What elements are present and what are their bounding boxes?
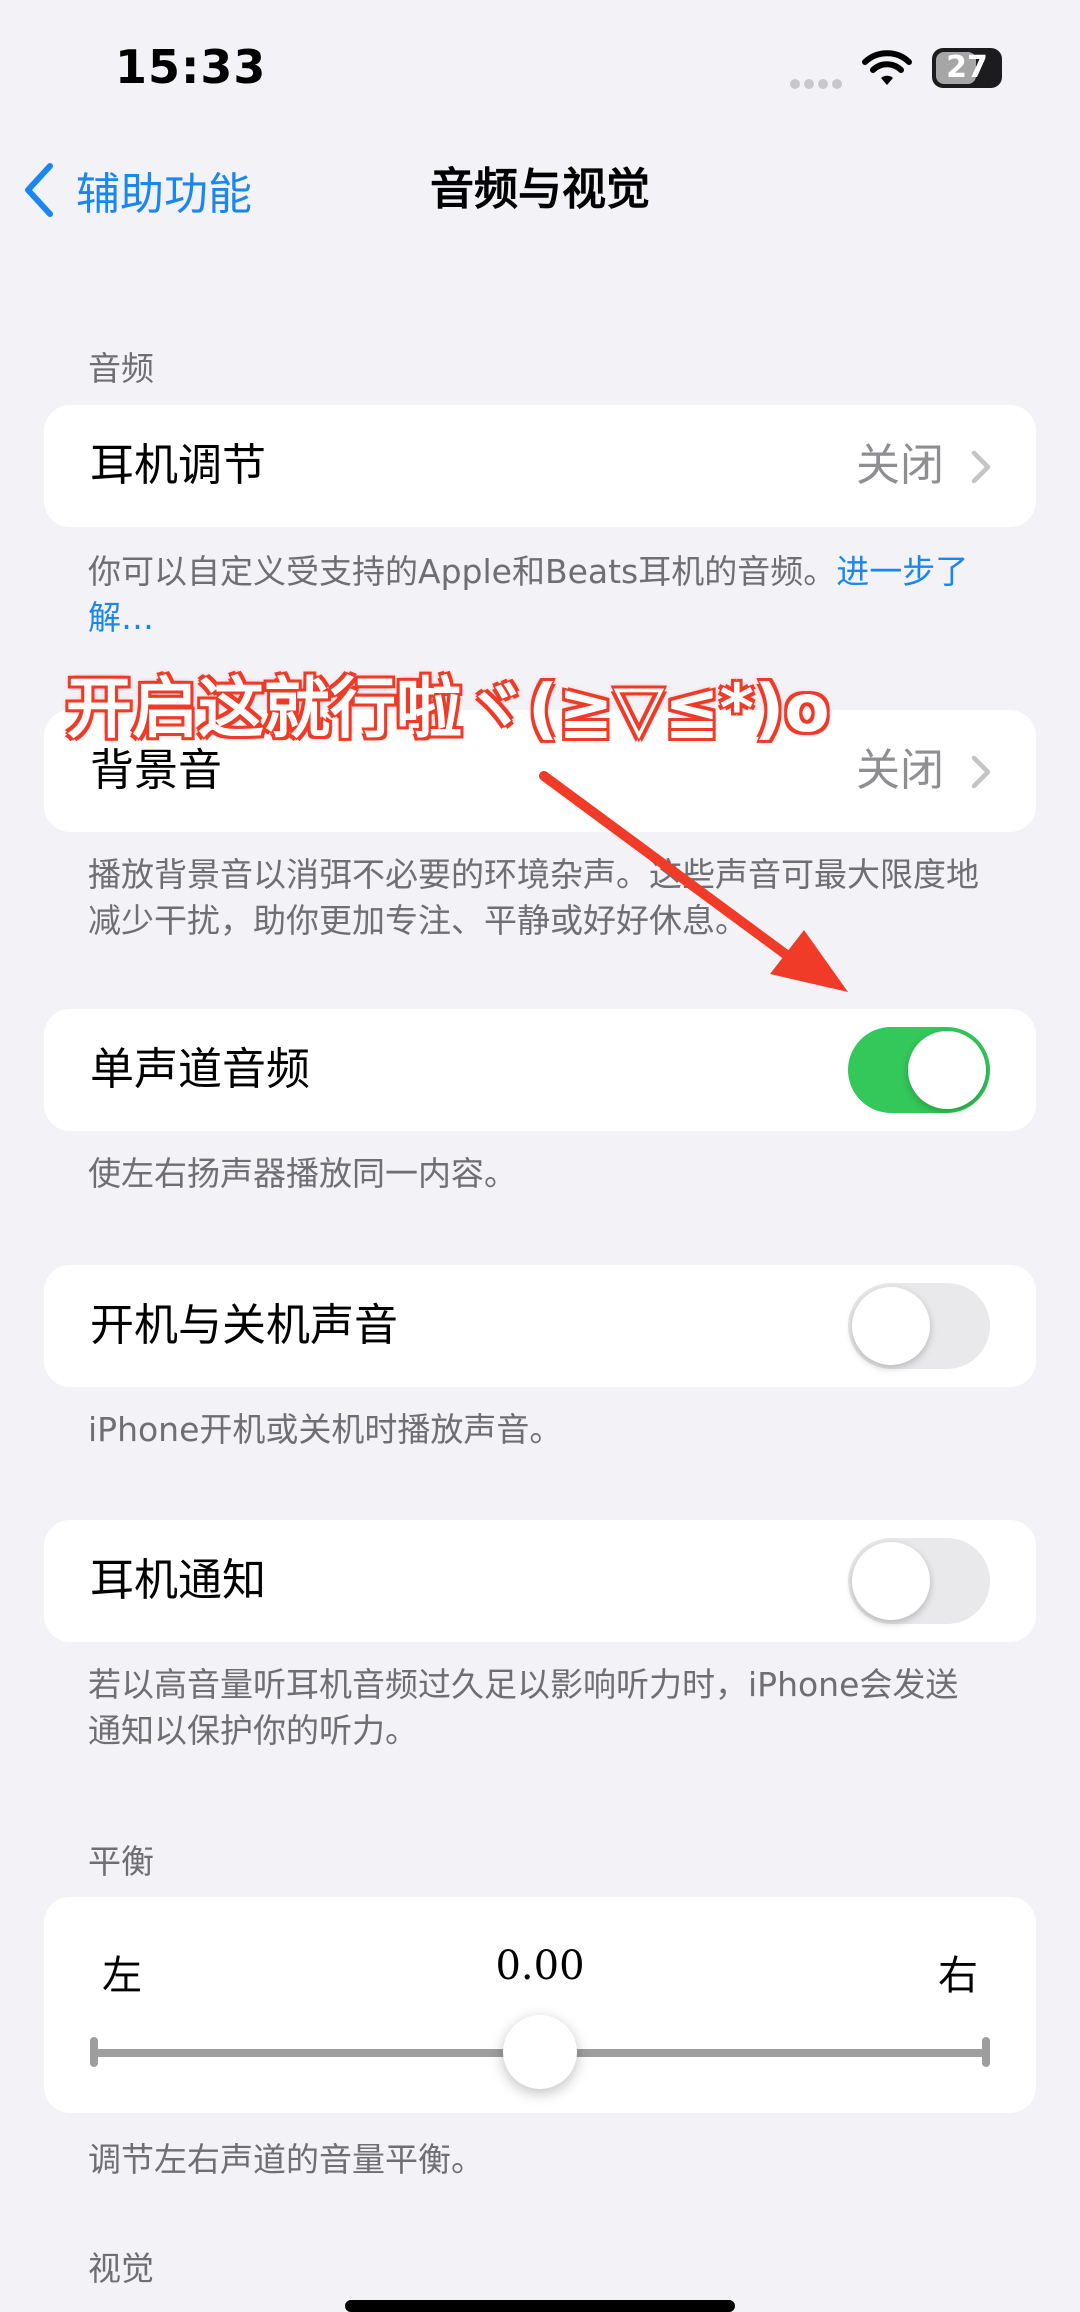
battery-level: 27	[946, 50, 988, 85]
balance-right-label: 右	[938, 1953, 978, 1999]
toggle-knob	[852, 1542, 930, 1620]
power-sounds-toggle[interactable]	[848, 1283, 990, 1369]
cellular-signal-icon	[790, 74, 846, 89]
headphone-accommodations-value: 关闭	[856, 440, 944, 491]
annotation-text: 开启这就行啦ヾ(≧▽≦*)o	[65, 669, 832, 749]
mono-audio-label: 单声道音频	[90, 1044, 310, 1095]
balance-value: 0.00	[495, 1943, 585, 1989]
balance-slider-thumb[interactable]	[503, 2015, 577, 2089]
headphone-notifications-row: 耳机通知	[44, 1520, 1036, 1642]
power-sounds-row: 开机与关机声音	[44, 1265, 1036, 1387]
headphone-accommodations-row[interactable]: 耳机调节 关闭	[44, 405, 1036, 527]
annotation-arrow-icon	[539, 771, 848, 992]
wifi-icon	[862, 48, 912, 88]
toggle-knob	[908, 1031, 986, 1109]
power-sounds-label: 开机与关机声音	[90, 1300, 398, 1351]
power-sounds-footer: iPhone开机或关机时播放声音。	[88, 1410, 563, 1449]
toggle-knob	[852, 1287, 930, 1365]
chevron-right-icon	[971, 755, 991, 789]
headphone-accommodations-footer: 你可以自定义受支持的Apple和Beats耳机的音频。进一步了解…	[88, 549, 988, 641]
balance-right-tick	[982, 2037, 990, 2067]
battery-icon: 27	[932, 48, 1002, 88]
section-header-audio: 音频	[88, 349, 154, 388]
headphone-notifications-label: 耳机通知	[90, 1555, 266, 1606]
chevron-right-icon	[971, 450, 991, 484]
home-indicator	[345, 2300, 735, 2312]
headphone-accommodations-label: 耳机调节	[90, 440, 266, 491]
balance-card: 左 0.00 右	[44, 1897, 1036, 2113]
background-sounds-value: 关闭	[856, 745, 944, 796]
section-header-visual: 视觉	[88, 2249, 154, 2288]
status-time: 15:33	[115, 40, 267, 94]
balance-footer: 调节左右声道的音量平衡。	[88, 2140, 484, 2179]
mono-audio-toggle[interactable]	[848, 1027, 990, 1113]
balance-left-tick	[90, 2037, 98, 2067]
section-header-balance: 平衡	[88, 1842, 154, 1881]
headphone-notifications-toggle[interactable]	[848, 1538, 990, 1624]
headphone-notifications-footer: 若以高音量听耳机音频过久足以影响听力时，iPhone会发送通知以保护你的听力。	[88, 1665, 959, 1750]
page-title: 音频与视觉	[430, 164, 650, 215]
headphone-footer-text: 你可以自定义受支持的Apple和Beats耳机的音频。	[88, 552, 837, 591]
mono-audio-footer: 使左右扬声器播放同一内容。	[88, 1154, 517, 1193]
mono-audio-row: 单声道音频	[44, 1009, 1036, 1131]
